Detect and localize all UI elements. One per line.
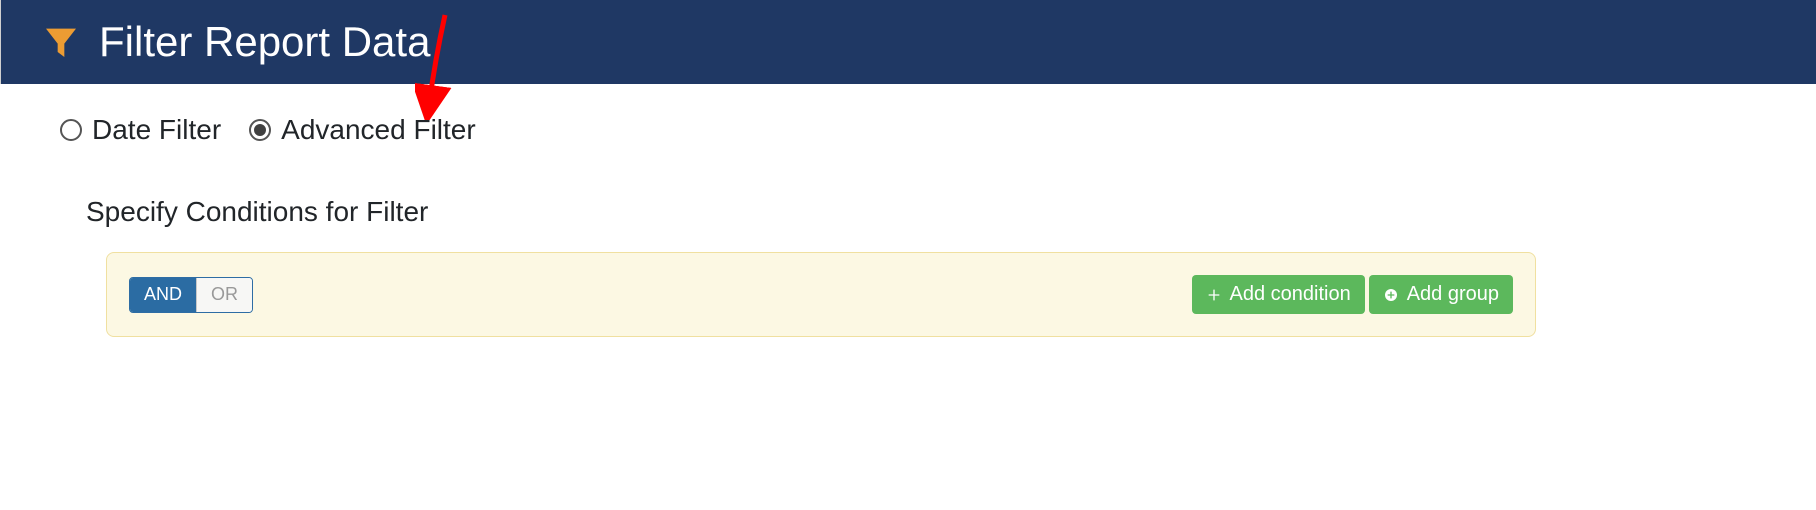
section-heading: Specify Conditions for Filter	[86, 196, 1756, 228]
plus-icon	[1206, 287, 1222, 303]
funnel-icon	[41, 22, 81, 62]
radio-icon	[249, 119, 271, 141]
content-area: Date Filter Advanced Filter Specify Cond…	[0, 84, 1816, 337]
radio-label: Advanced Filter	[281, 114, 476, 146]
filter-mode-radios: Date Filter Advanced Filter	[60, 114, 1756, 146]
radio-selected-dot	[254, 124, 266, 136]
or-toggle[interactable]: OR	[196, 278, 252, 312]
add-group-button[interactable]: Add group	[1369, 275, 1513, 314]
button-label: Add group	[1407, 283, 1499, 306]
button-label: Add condition	[1230, 283, 1351, 306]
and-or-toggle: AND OR	[129, 277, 253, 313]
add-condition-button[interactable]: Add condition	[1192, 275, 1365, 314]
radio-label: Date Filter	[92, 114, 221, 146]
radio-icon	[60, 119, 82, 141]
panel-actions: Add condition Add group	[1192, 275, 1514, 314]
radio-date-filter[interactable]: Date Filter	[60, 114, 221, 146]
and-toggle[interactable]: AND	[130, 278, 196, 312]
plus-circle-icon	[1383, 287, 1399, 303]
radio-advanced-filter[interactable]: Advanced Filter	[249, 114, 476, 146]
condition-panel: AND OR Add condition Add group	[106, 252, 1536, 337]
page-title: Filter Report Data	[99, 18, 430, 66]
page-header: Filter Report Data	[0, 0, 1816, 84]
